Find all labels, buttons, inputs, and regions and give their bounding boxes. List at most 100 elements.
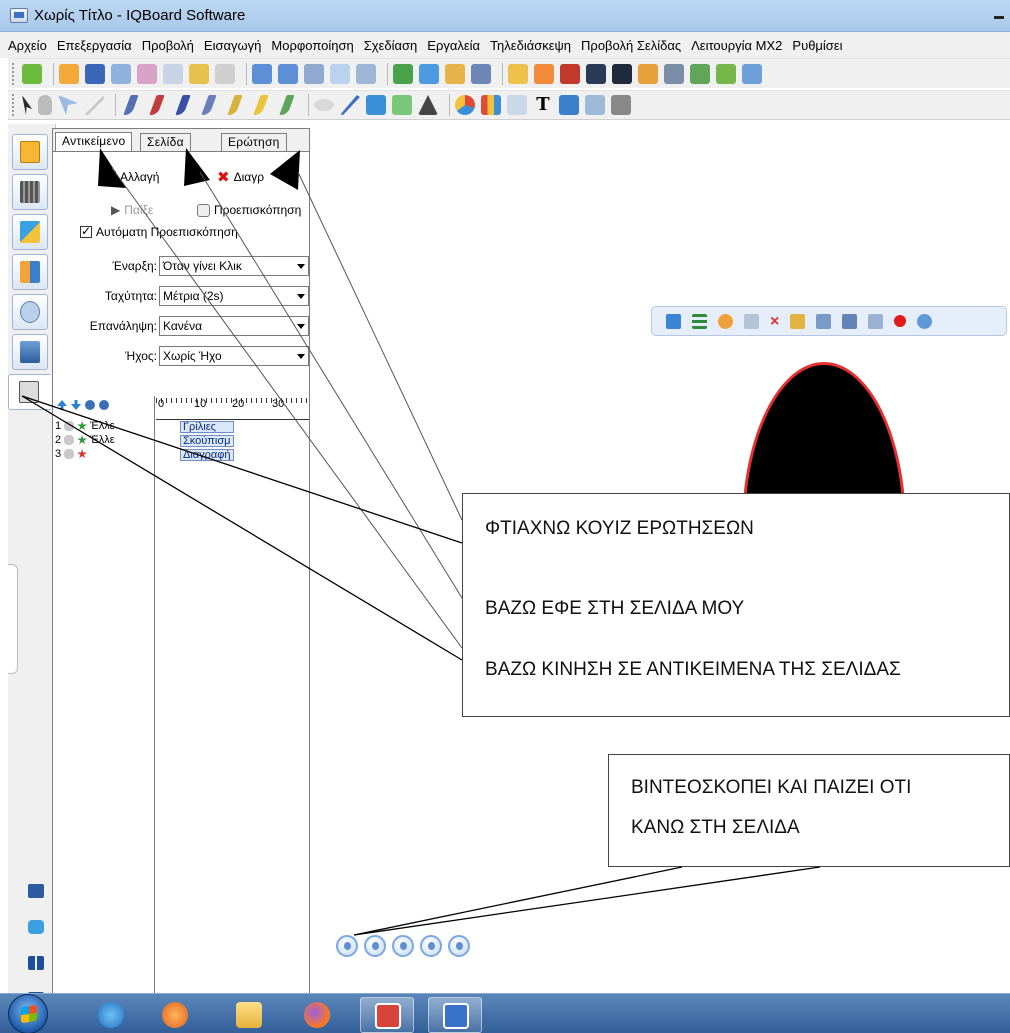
menu-view[interactable]: Προβολή <box>142 38 194 53</box>
taskbar-file-explorer[interactable] <box>222 997 276 1033</box>
sum-icon[interactable] <box>611 95 631 115</box>
gallery-icon[interactable] <box>690 63 710 84</box>
side-tab-animation[interactable] <box>8 374 52 410</box>
side-tab-resources[interactable] <box>12 254 48 290</box>
zoom-out-icon[interactable] <box>99 400 109 410</box>
blackboard-icon[interactable] <box>612 63 632 84</box>
tab-object[interactable]: Αντικείμενο <box>55 132 133 151</box>
effects-icon[interactable] <box>718 313 733 329</box>
screen-shade-icon[interactable] <box>586 63 606 84</box>
toolbar-grip[interactable] <box>12 94 16 116</box>
save-as-icon[interactable] <box>111 63 131 84</box>
list-item[interactable]: 3 <box>55 448 90 460</box>
chevron-down-icon[interactable] <box>294 317 308 335</box>
full-screen-icon[interactable] <box>419 63 439 84</box>
camera-icon[interactable] <box>664 63 684 84</box>
timeline-block[interactable]: Διαγραφή <box>180 449 234 461</box>
menu-tools[interactable]: Εργαλεία <box>427 38 480 53</box>
bar-chart-icon[interactable] <box>481 95 501 115</box>
record-icon[interactable] <box>560 63 580 84</box>
smart-pen-icon[interactable] <box>279 95 295 115</box>
taskbar-easiteach[interactable] <box>360 997 414 1033</box>
tab-page[interactable]: Σελίδα <box>140 133 191 151</box>
fullscreen-icon[interactable] <box>28 920 44 934</box>
menu-conference[interactable]: Τηλεδιάσκεψη <box>490 38 571 53</box>
line-style-icon[interactable] <box>692 313 707 329</box>
menu-edit[interactable]: Επεξεργασία <box>57 38 132 53</box>
save-icon[interactable] <box>85 63 105 84</box>
side-tab-background[interactable] <box>12 214 48 250</box>
copy-icon[interactable] <box>163 63 183 84</box>
print-icon[interactable] <box>137 63 157 84</box>
resource-icon[interactable] <box>716 63 736 84</box>
side-tab-gallery[interactable] <box>12 334 48 370</box>
chart-tool-icon[interactable] <box>392 95 412 115</box>
change-button[interactable]: Αλλαγή <box>103 170 159 184</box>
handwriting-icon[interactable] <box>471 63 491 84</box>
minimize-button[interactable] <box>980 4 1010 24</box>
toolbar-grip[interactable] <box>12 62 16 85</box>
chevron-down-icon[interactable] <box>294 347 308 365</box>
start-button-icon[interactable] <box>8 994 48 1033</box>
text-tool-icon[interactable]: T <box>533 95 553 115</box>
taskbar-iqboard[interactable] <box>428 997 482 1033</box>
pie-chart-icon[interactable] <box>455 95 475 115</box>
move-up-icon[interactable] <box>57 400 67 410</box>
play-button[interactable]: ▶ Παίξε <box>111 203 153 217</box>
cut-icon[interactable] <box>189 63 209 84</box>
auto-preview-checkbox[interactable]: Αυτόματη Προεπισκόπηση <box>80 224 238 239</box>
menu-settings[interactable]: Ρυθμίσει <box>792 38 842 53</box>
fill-bucket-icon[interactable] <box>559 95 579 115</box>
chevron-down-icon[interactable] <box>294 287 308 305</box>
menu-draw[interactable]: Σχεδίαση <box>364 38 418 53</box>
lock-icon[interactable] <box>790 313 806 329</box>
magic-pen-icon[interactable] <box>508 63 528 84</box>
record-button-icon[interactable] <box>364 935 386 957</box>
timeline-block[interactable]: Σκούπισμ <box>180 435 234 447</box>
ellipse-shape[interactable] <box>740 360 910 510</box>
panel-collapse-handle[interactable] <box>8 564 18 674</box>
settings-icon[interactable] <box>917 313 933 329</box>
speed-select[interactable]: Μέτρια (2s) <box>159 286 309 306</box>
chevron-down-icon[interactable] <box>294 257 308 275</box>
line-tool-icon[interactable] <box>340 95 360 115</box>
paste-icon[interactable] <box>215 63 235 84</box>
send-back-icon[interactable] <box>842 313 858 329</box>
open-icon[interactable] <box>59 63 79 84</box>
taskbar-firefox[interactable] <box>290 997 344 1033</box>
screen-capture-icon[interactable] <box>393 63 413 84</box>
menu-insert[interactable]: Εισαγωγή <box>204 38 261 53</box>
ruler-icon[interactable] <box>445 63 465 84</box>
tools-icon[interactable] <box>742 63 762 84</box>
list-item[interactable]: 2 Έλλε <box>55 434 115 446</box>
laser-pen-icon[interactable] <box>253 95 269 115</box>
delete-button[interactable]: ✖ Διαγρ <box>217 170 264 185</box>
timeline-block[interactable]: Γρίλιες <box>180 421 234 433</box>
graph-icon[interactable] <box>585 95 605 115</box>
menu-file[interactable]: Αρχείο <box>8 38 47 53</box>
play-recording-icon[interactable] <box>336 935 358 957</box>
tab-question[interactable]: Ερώτηση <box>221 133 287 151</box>
fill-color-icon[interactable] <box>666 313 681 329</box>
triangle-tool-icon[interactable] <box>418 95 438 115</box>
preview-button[interactable]: Προεπισκόπηση <box>197 203 301 217</box>
move-down-icon[interactable] <box>71 400 81 410</box>
repeat-select[interactable]: Κανένα <box>159 316 309 336</box>
start-select[interactable]: Όταν γίνει Κλικ <box>159 256 309 276</box>
delete-icon[interactable]: × <box>770 313 779 329</box>
clone-icon[interactable] <box>744 313 759 329</box>
zoom-menu-icon[interactable] <box>304 63 324 84</box>
zoom-in-icon[interactable] <box>252 63 272 84</box>
zoom-in-icon[interactable] <box>85 400 95 410</box>
table-icon[interactable] <box>507 95 527 115</box>
object-select-icon[interactable] <box>58 95 78 115</box>
soft-pen-icon[interactable] <box>201 95 217 115</box>
pen-icon[interactable] <box>123 95 139 115</box>
hand-icon[interactable] <box>38 95 52 115</box>
back-arrow-icon[interactable] <box>638 63 658 84</box>
menu-format[interactable]: Μορφοποίηση <box>271 38 353 53</box>
eraser-icon[interactable] <box>314 99 334 111</box>
spotlight-icon[interactable] <box>534 63 554 84</box>
taskbar-internet-explorer[interactable] <box>84 997 138 1033</box>
new-page-icon[interactable] <box>22 63 42 84</box>
